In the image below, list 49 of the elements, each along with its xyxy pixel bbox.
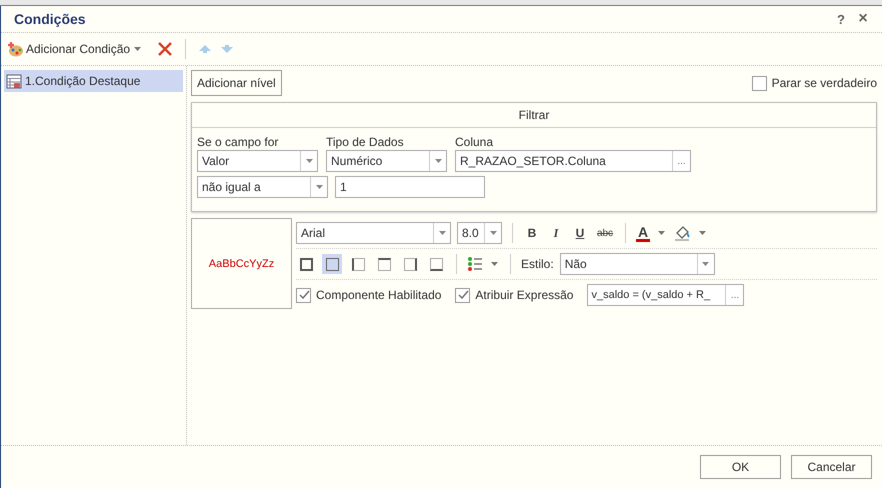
dialog-button[interactable]: Cancelar xyxy=(791,455,872,479)
column-field[interactable]: R_RAZAO_SETOR.Coluna ... xyxy=(455,150,691,172)
add-level-button[interactable]: Adicionar nível xyxy=(191,70,282,96)
operator-dropdown[interactable]: não igual a xyxy=(197,176,328,198)
check-icon xyxy=(456,289,469,301)
table-icon xyxy=(6,74,22,88)
style-label: Estilo: xyxy=(521,257,554,271)
style-dropdown[interactable]: Não xyxy=(560,253,715,275)
caret-icon xyxy=(306,159,312,163)
font-dropdown[interactable]: Arial xyxy=(296,222,451,244)
field-label: Se o campo for xyxy=(197,135,280,149)
palette-icon xyxy=(6,41,24,57)
field-dropdown[interactable]: Valor xyxy=(197,150,318,172)
help-button[interactable]: ? xyxy=(830,12,852,26)
preview-text: AaBbCcYyZz xyxy=(208,258,274,270)
fill-bucket-icon[interactable] xyxy=(673,224,691,242)
expression-field[interactable]: v_saldo = (v_saldo + R_ ... xyxy=(587,284,744,306)
caret-icon xyxy=(702,262,710,266)
caret-icon xyxy=(434,159,442,163)
caret-icon[interactable] xyxy=(491,262,498,266)
italic-button[interactable]: I xyxy=(547,226,565,240)
strikethrough-button[interactable]: abc xyxy=(595,228,615,238)
caret-icon xyxy=(134,47,142,51)
bold-button[interactable]: B xyxy=(523,226,541,240)
caret-icon[interactable] xyxy=(658,231,665,235)
font-size-dropdown[interactable]: 8.0 xyxy=(457,222,502,244)
column-label: Coluna xyxy=(455,135,494,149)
caret-icon[interactable] xyxy=(699,231,706,235)
data-type-label: Tipo de Dados xyxy=(326,135,405,149)
caret-icon xyxy=(438,231,446,235)
font-color-button[interactable]: A xyxy=(636,224,650,242)
list-icon[interactable] xyxy=(467,256,483,272)
window-title: Condições xyxy=(14,11,87,27)
caret-icon xyxy=(490,231,496,235)
dialog-button[interactable]: OK xyxy=(700,455,781,479)
delete-icon[interactable] xyxy=(157,41,174,57)
caret-icon xyxy=(316,185,322,189)
stop-if-true-checkbox[interactable]: Parar se verdadeiro xyxy=(752,76,877,90)
filter-title: Filtrar xyxy=(192,103,876,128)
condition-item[interactable]: 1.Condição Destaque xyxy=(4,70,183,92)
value-field[interactable]: 1 xyxy=(335,176,485,198)
add-condition-button[interactable]: Adicionar Condição xyxy=(6,41,144,57)
component-enabled-checkbox[interactable]: Componente Habilitado xyxy=(296,288,442,302)
underline-button[interactable]: U xyxy=(571,226,589,240)
border-button[interactable] xyxy=(322,254,342,274)
data-type-dropdown[interactable]: Numérico xyxy=(326,150,447,172)
check-icon xyxy=(298,289,310,301)
assign-expression-checkbox[interactable]: Atribuir Expressão xyxy=(455,288,574,302)
close-button[interactable]: × xyxy=(852,10,874,28)
